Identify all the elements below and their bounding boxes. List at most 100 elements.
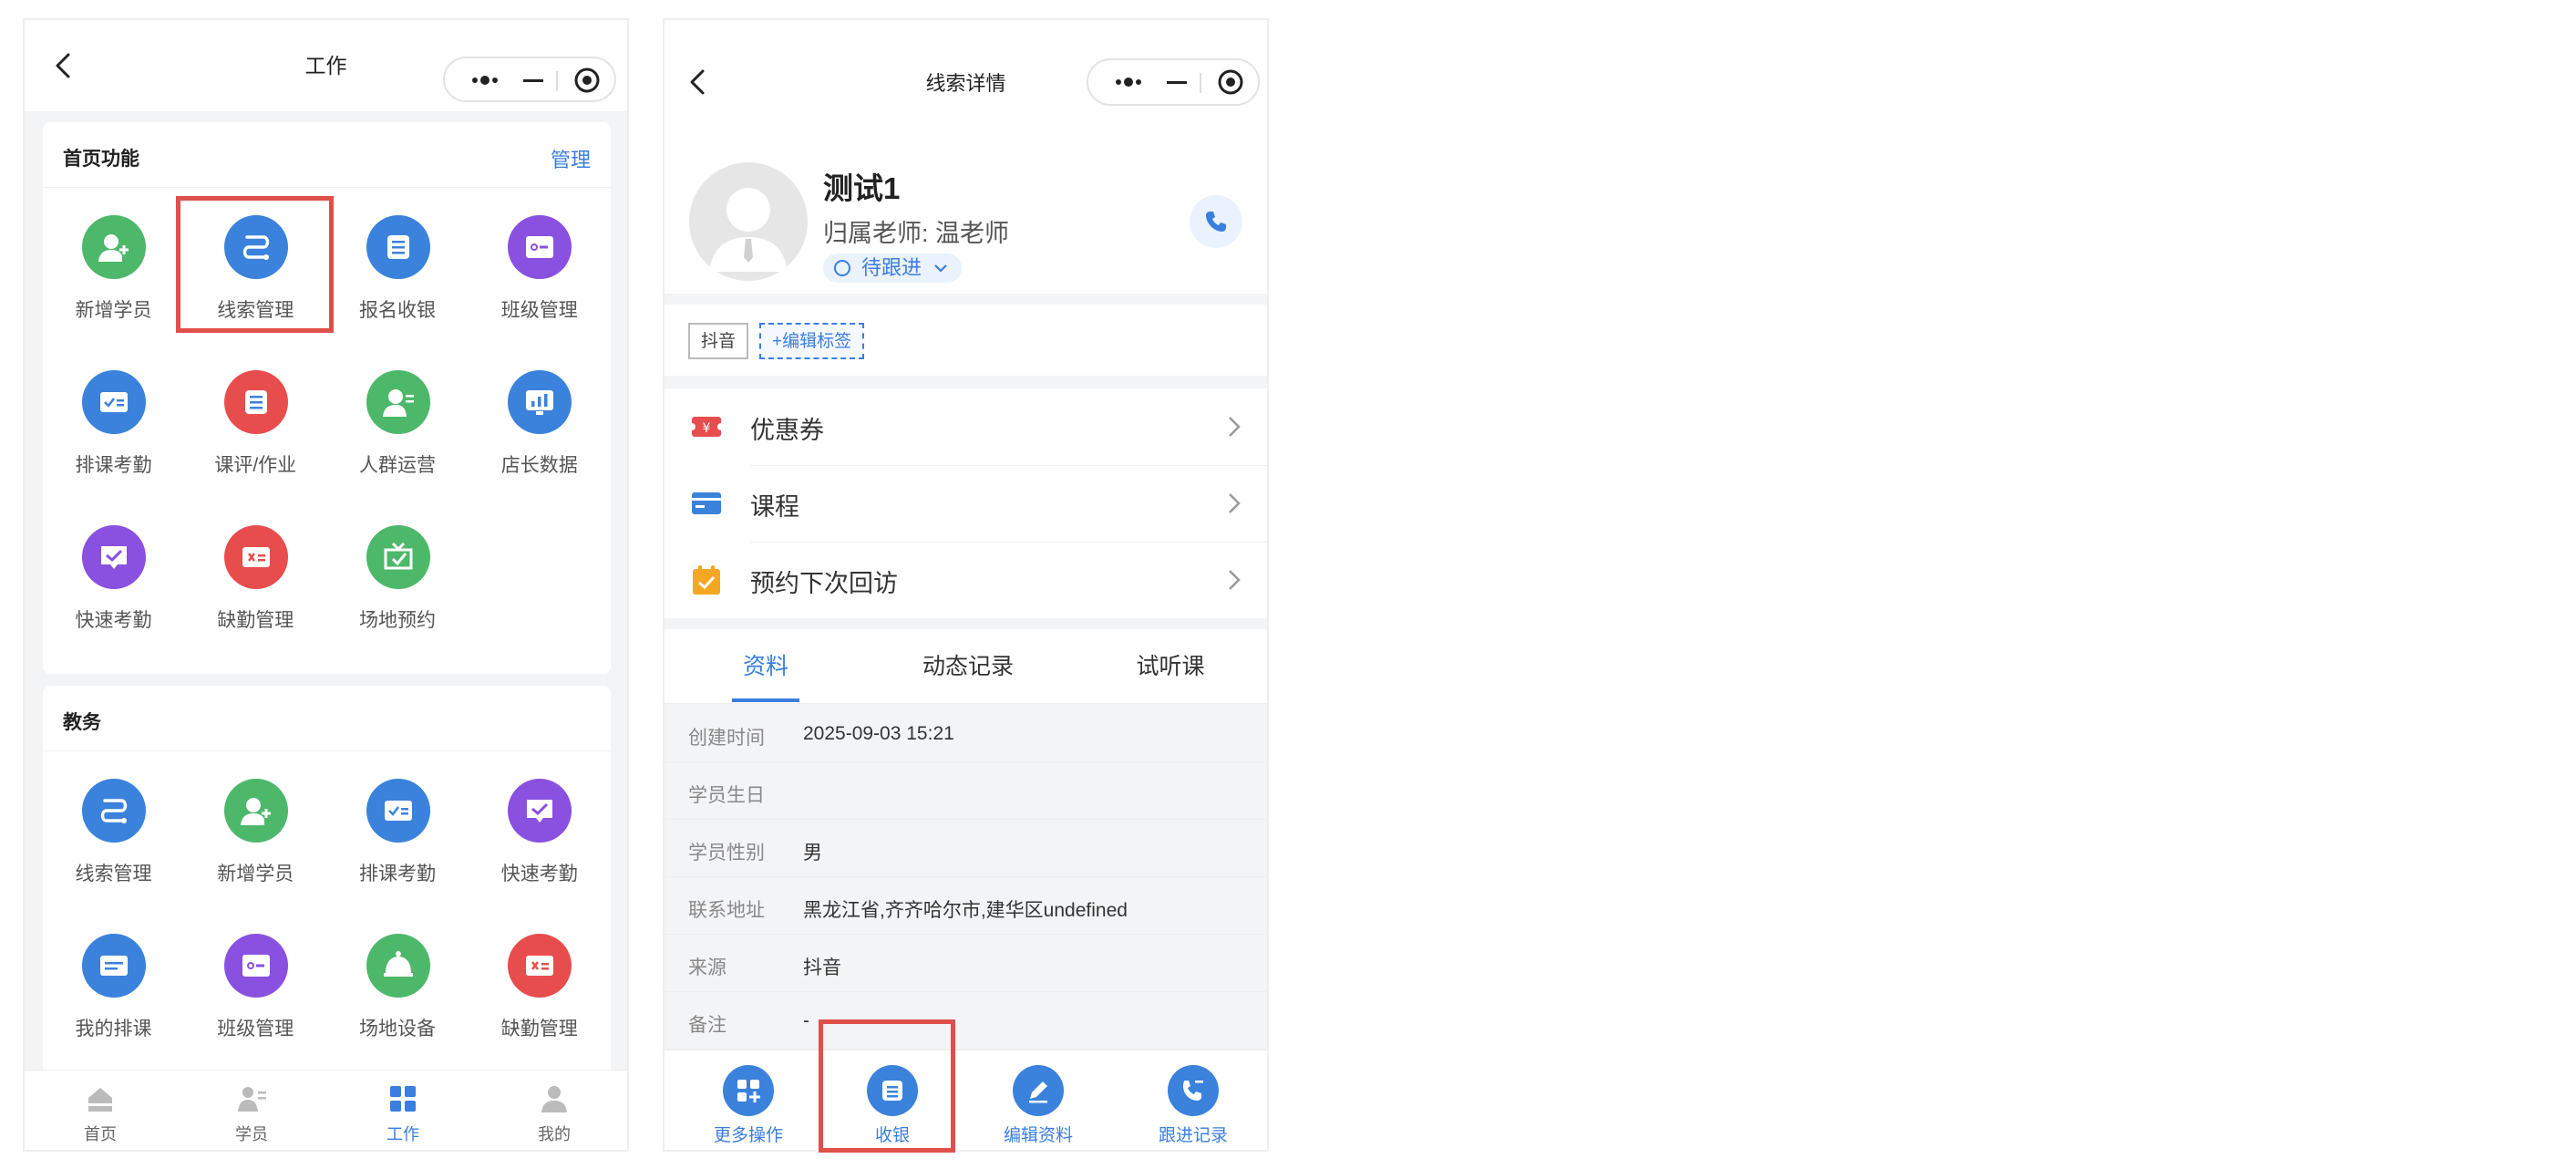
- detail-tabs: 资料 动态记录 试听课: [665, 629, 1267, 704]
- tab-1[interactable]: 首页: [25, 1071, 176, 1150]
- menu-label: 预约下次回访: [750, 570, 898, 597]
- tab-4[interactable]: 我的: [479, 1071, 627, 1150]
- bottom-actionbar: 更多操作 收银 编辑资料 跟进记录: [665, 1050, 1267, 1150]
- tab-label: 首页: [84, 1125, 117, 1143]
- info-row: 创建时间 2025-09-03 15:21: [665, 705, 1267, 762]
- grid-item-label: 快速考勤: [75, 610, 152, 631]
- grid-item-label: 班级管理: [500, 300, 578, 321]
- info-value: 黑龙江省,齐齐哈尔市,建华区undefined: [803, 900, 1128, 921]
- grid-icon-badge: [223, 525, 288, 589]
- revisit-row[interactable]: 预约下次回访: [665, 542, 1267, 618]
- tab-profile[interactable]: 资料: [665, 629, 867, 704]
- action-4[interactable]: 跟进记录: [1120, 1050, 1266, 1150]
- status-ring-icon: [834, 260, 850, 276]
- edit-icon: [1029, 1081, 1047, 1103]
- grid-item-8[interactable]: 缺勤管理: [469, 906, 610, 1061]
- info-row: 来源 抖音: [665, 935, 1267, 992]
- minimize-icon[interactable]: [1161, 60, 1194, 104]
- status-label: 待跟进: [861, 256, 922, 279]
- grid-item-label: 排课考勤: [75, 455, 152, 476]
- grid-item-1[interactable]: 线索管理: [43, 751, 184, 906]
- quick-check-icon: [101, 546, 127, 569]
- grid-icon-badge: [508, 370, 572, 434]
- edit-tags-button[interactable]: +编辑标签: [759, 323, 865, 359]
- call-button[interactable]: [1190, 195, 1242, 248]
- people-icon: [382, 389, 414, 417]
- action-icon-badge: [1013, 1065, 1064, 1116]
- action-1[interactable]: 更多操作: [675, 1050, 821, 1150]
- close-target-icon[interactable]: [1216, 67, 1245, 97]
- grid-icon-badge: [223, 934, 288, 998]
- grid-item-label: 人群运营: [359, 455, 436, 476]
- grid-item-8[interactable]: 店长数据: [469, 343, 610, 498]
- grid-icon-badge: [508, 779, 572, 843]
- card-title: 首页功能: [63, 149, 139, 170]
- schedule-check-icon: [384, 801, 412, 821]
- grid-item-7[interactable]: 场地设备: [327, 906, 469, 1061]
- grid-item-2[interactable]: 新增学员: [185, 751, 326, 906]
- course-icon: [692, 492, 721, 514]
- grid-icon-badge: [366, 370, 430, 434]
- bottom-tabbar: 首页 学员 工作 我的: [25, 1070, 627, 1150]
- calendar-check-icon: [693, 565, 720, 595]
- grid-item-7[interactable]: 人群运营: [327, 343, 469, 498]
- minimize-icon[interactable]: [518, 58, 551, 102]
- add-user-icon: [240, 798, 271, 825]
- tab-activity[interactable]: 动态记录: [867, 629, 1069, 704]
- info-value: 2025-09-03 15:21: [803, 723, 954, 744]
- grid-item-label: 我的排课: [75, 1019, 152, 1040]
- action-3[interactable]: 编辑资料: [965, 1050, 1111, 1150]
- more-dots-icon[interactable]: [463, 58, 509, 102]
- action-icon-badge: [1168, 1065, 1219, 1116]
- tab-2[interactable]: 学员: [176, 1071, 327, 1150]
- student-icon: [238, 1087, 266, 1112]
- owner-teacher: 归属老师: 温老师: [823, 220, 1010, 247]
- menu-label: 优惠券: [750, 417, 824, 444]
- grid-item-3[interactable]: 排课考勤: [327, 751, 469, 906]
- status-dropdown[interactable]: 待跟进: [823, 253, 963, 283]
- default-avatar-icon: [709, 188, 788, 272]
- grid-item-6[interactable]: 班级管理: [185, 906, 326, 1061]
- grid-item-5[interactable]: 排课考勤: [43, 343, 184, 498]
- grid-item-label: 场地设备: [359, 1019, 436, 1040]
- venue-icon: [384, 542, 412, 570]
- chevron-right-icon: [1229, 570, 1241, 590]
- academic-card: 教务 线索管理 新增学员 排课考勤 快速考勤 我的排课 班级管理 场地设备 缺勤管理: [43, 686, 611, 1087]
- grid-icon-badge: [82, 779, 146, 843]
- grid-icon-badge: [508, 215, 572, 279]
- grid-icon-badge: [366, 525, 430, 589]
- grid-icon-badge: [82, 215, 146, 279]
- grid-item-5[interactable]: 我的排课: [43, 906, 184, 1061]
- list-icon: [244, 390, 267, 414]
- active-tab-indicator: [732, 698, 799, 702]
- grid-item-4[interactable]: 班级管理: [469, 188, 610, 343]
- quick-check-icon: [527, 800, 553, 822]
- more-dots-icon[interactable]: [1107, 60, 1152, 104]
- info-row: 备注 -: [665, 992, 1267, 1050]
- grid-item-4[interactable]: 快速考勤: [469, 751, 610, 906]
- tab-3[interactable]: 工作: [327, 1071, 479, 1150]
- grid-item-9[interactable]: 快速考勤: [43, 498, 184, 653]
- avatar: [689, 162, 808, 281]
- course-row[interactable]: 课程: [665, 465, 1267, 542]
- action-menu: ¥ 优惠券 课程 预约下次回访: [665, 388, 1267, 618]
- coupon-row[interactable]: ¥ 优惠券: [665, 388, 1267, 465]
- close-target-icon[interactable]: [572, 66, 602, 95]
- tab-trial[interactable]: 试听课: [1069, 629, 1267, 704]
- grid-item-label: 场地预约: [359, 610, 436, 631]
- grid-item-1[interactable]: 新增学员: [43, 188, 184, 343]
- grid-icon-badge: [82, 525, 146, 589]
- chart-icon: [526, 390, 554, 415]
- tab-label: 工作: [386, 1125, 419, 1143]
- grid-item-10[interactable]: 缺勤管理: [185, 498, 326, 653]
- grid-item-label: 缺勤管理: [500, 1019, 578, 1040]
- info-row: 学员生日: [665, 762, 1267, 820]
- manage-link[interactable]: 管理: [551, 144, 591, 173]
- mini-program-capsule: [443, 57, 616, 102]
- grid-item-11[interactable]: 场地预约: [327, 498, 469, 653]
- work-screen: 工作 首页功能 管理 新增学员 线索管理 报名收银 班级管理 排课考勤 课评/作业 人群运营…: [23, 18, 629, 1152]
- my-schedule-icon: [100, 956, 128, 976]
- grid-item-6[interactable]: 课评/作业: [185, 343, 326, 498]
- card-header: 首页功能 管理: [43, 122, 611, 188]
- grid-item-3[interactable]: 报名收银: [327, 188, 469, 343]
